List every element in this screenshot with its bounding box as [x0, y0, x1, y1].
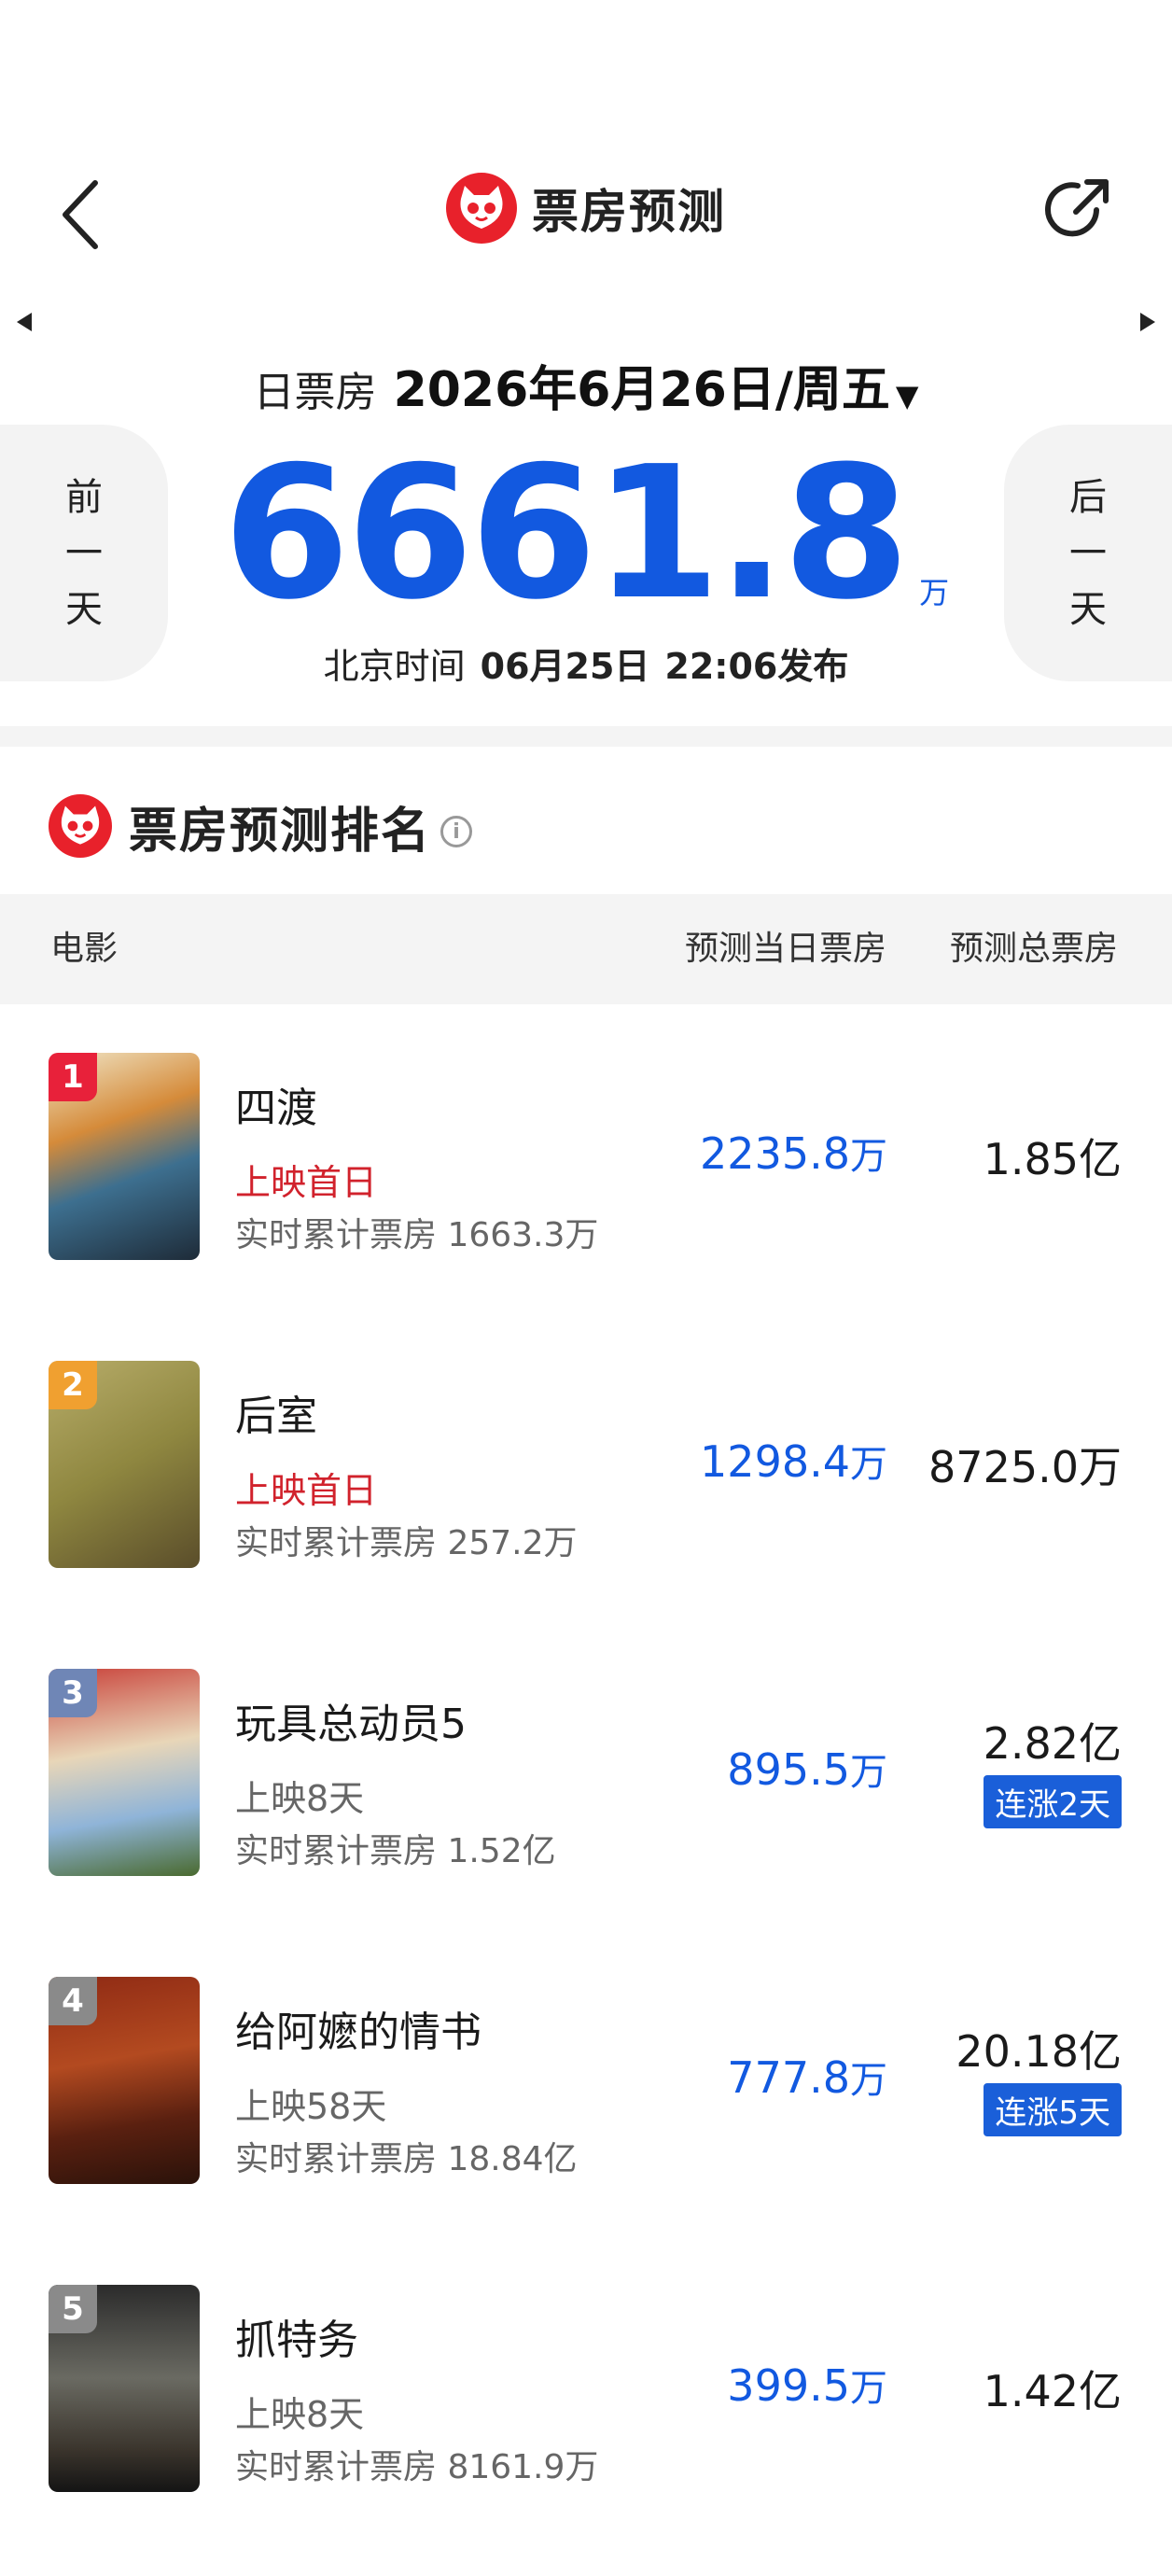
today-forecast-number: 399.5	[727, 2360, 850, 2411]
movie-title[interactable]: 后室	[235, 1382, 317, 1442]
caret-left-icon	[17, 313, 32, 331]
total-forecast-unit: 亿	[1079, 2026, 1122, 2077]
ranking-row[interactable]: 1 四渡上映首日实时累计票房 1663.3万 2235.8万 1.85亿	[0, 1004, 1172, 1312]
release-status: 上映首日	[235, 1162, 378, 1203]
total-forecast-number: 8725.0	[928, 1442, 1079, 1492]
daily-box-office: 6661.8 万	[0, 439, 1172, 625]
total-forecast-value: 2.82亿	[984, 1710, 1122, 1771]
info-icon[interactable]: i	[440, 816, 473, 847]
today-forecast-unit: 万	[850, 2059, 887, 2102]
ranking-row[interactable]: 5 抓特务上映8天实时累计票房 8161.9万 399.5万 1.42亿	[0, 2236, 1172, 2544]
share-icon[interactable]	[1040, 173, 1115, 247]
today-forecast-number: 1298.4	[700, 1436, 850, 1487]
table-header: 电影 预测当日票房 预测总票房	[0, 894, 1172, 1004]
date-selector[interactable]: 日票房 2026年6月26日/周五 ▼	[0, 350, 1172, 425]
release-status: 上映58天	[235, 2086, 387, 2127]
total-forecast-value: 8725.0万	[928, 1434, 1122, 1495]
page-title: 票房预测	[532, 185, 726, 239]
total-forecast-unit: 亿	[1079, 1134, 1122, 1184]
total-forecast-value: 1.85亿	[984, 1126, 1122, 1187]
ranking-row[interactable]: 3 玩具总动员5 上映8天 实时累计票房 1.52亿 895.5万 2.82亿 连涨2天	[0, 1620, 1172, 1928]
cumulative-box-office: 实时累计票房 18.84亿	[235, 2140, 578, 2178]
movie-title[interactable]: 抓特务	[235, 2306, 358, 2366]
section-divider	[0, 726, 1172, 747]
today-forecast-unit: 万	[850, 1443, 887, 1486]
header: 票房预测	[0, 171, 1172, 245]
date-value: 2026年6月26日/周五	[393, 362, 890, 418]
rank-badge: 4	[49, 1977, 97, 2025]
cumulative-box-office: 实时累计票房 1.52亿	[235, 1832, 556, 1870]
column-today-forecast[interactable]: 预测当日票房	[685, 894, 886, 1004]
total-forecast-number: 1.85	[983, 1134, 1079, 1184]
column-total-forecast[interactable]: 预测总票房	[950, 894, 1118, 1004]
rank-badge: 1	[49, 1053, 97, 1101]
today-forecast-unit: 万	[850, 2367, 887, 2410]
caret-down-icon: ▼	[895, 378, 919, 413]
cat-logo-icon	[446, 173, 517, 244]
total-forecast-value: 1.42亿	[984, 2358, 1122, 2419]
release-status: 上映8天	[235, 1778, 365, 1819]
publish-time: 北京时间 06月25日 22:06发布	[0, 635, 1172, 691]
today-forecast-number: 2235.8	[700, 1128, 850, 1179]
total-forecast-number: 1.42	[983, 2366, 1079, 2416]
today-forecast-unit: 万	[850, 1135, 887, 1178]
cumulative-box-office: 实时累计票房 257.2万	[235, 1524, 578, 1562]
column-movie: 电影	[50, 930, 119, 968]
ranking-title: 票房预测排名	[129, 803, 432, 860]
today-forecast-value: 399.5万	[727, 2358, 887, 2412]
today-forecast-number: 895.5	[727, 1744, 850, 1795]
rising-streak-badge: 连涨5天	[984, 2083, 1122, 2136]
rank-badge: 5	[49, 2285, 97, 2333]
publish-prefix: 北京时间	[323, 645, 466, 687]
date-label: 日票房	[253, 369, 377, 416]
cat-logo-icon	[49, 794, 112, 858]
rank-badge: 3	[49, 1669, 97, 1717]
total-forecast-unit: 亿	[1079, 1718, 1122, 1769]
movie-title[interactable]: 四渡	[235, 1074, 317, 1134]
rising-streak-badge: 连涨2天	[984, 1775, 1122, 1828]
ranking-header: 票房预测排名 i	[49, 789, 473, 863]
publish-date: 06月25日	[480, 645, 650, 687]
today-forecast-value: 777.8万	[727, 2050, 887, 2104]
cumulative-box-office: 实时累计票房 8161.9万	[235, 2448, 599, 2486]
today-forecast-value: 1298.4万	[700, 1434, 887, 1488]
publish-time-value: 22:06发布	[664, 645, 849, 687]
total-forecast-unit: 万	[1079, 1442, 1122, 1492]
today-forecast-value: 895.5万	[727, 1742, 887, 1796]
daily-box-office-value: 6661.8	[222, 427, 910, 640]
release-status: 上映首日	[235, 1470, 378, 1511]
ranking-row[interactable]: 4 给阿嬷的情书 上映58天 实时累计票房 18.84亿 777.8万 20.18亿 连涨5…	[0, 1928, 1172, 2236]
total-forecast-number: 20.18	[956, 2026, 1079, 2077]
release-status: 上映8天	[235, 2394, 365, 2435]
total-forecast-unit: 亿	[1079, 2366, 1122, 2416]
rank-badge: 2	[49, 1361, 97, 1409]
cumulative-box-office: 实时累计票房 1663.3万	[235, 1216, 599, 1254]
caret-right-icon	[1140, 313, 1155, 331]
total-forecast-number: 2.82	[983, 1718, 1079, 1769]
today-forecast-number: 777.8	[727, 2052, 850, 2103]
movie-title[interactable]: 玩具总动员5	[235, 1690, 467, 1750]
daily-box-office-unit: 万	[919, 575, 950, 610]
today-forecast-value: 2235.8万	[700, 1126, 887, 1180]
ranking-row[interactable]: 2 后室 上映首日 实时累计票房 257.2万 1298.4万 8725.0万	[0, 1312, 1172, 1620]
movie-title[interactable]: 给阿嬷的情书	[235, 1998, 481, 2058]
total-forecast-value: 20.18亿	[956, 2018, 1122, 2079]
today-forecast-unit: 万	[850, 1751, 887, 1794]
